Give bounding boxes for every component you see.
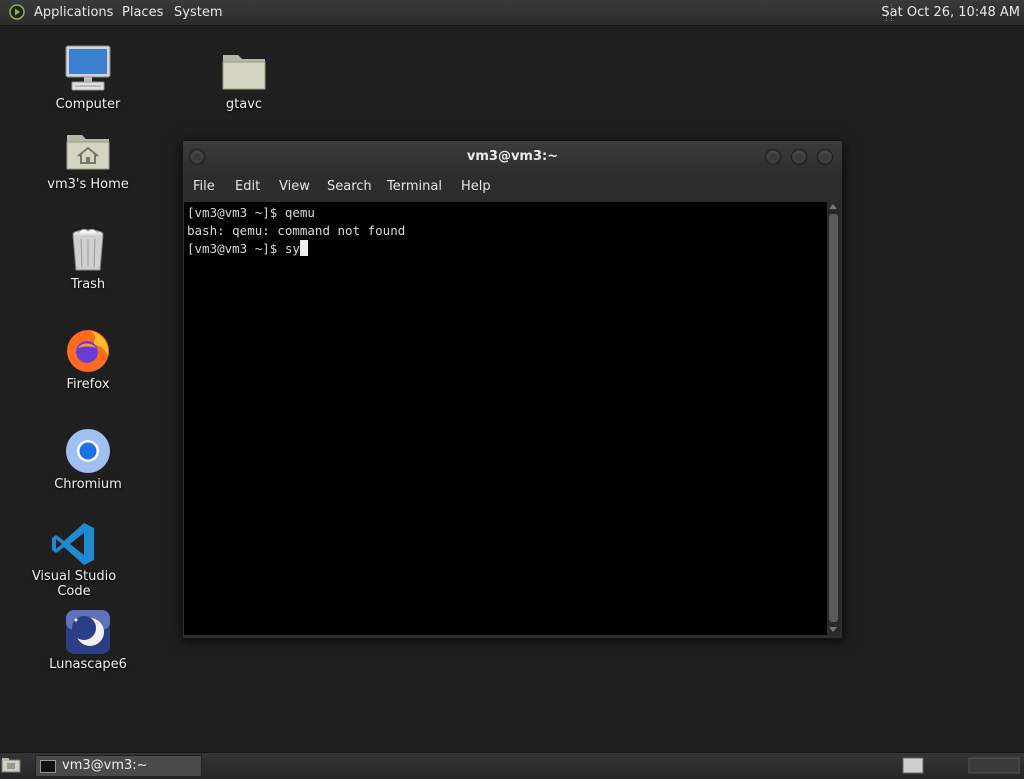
titlebar[interactable]: vm3@vm3:~ (183, 141, 842, 173)
close-button[interactable] (817, 149, 833, 165)
minimize-button[interactable] (765, 149, 781, 165)
menu-search[interactable]: Search (327, 173, 372, 201)
desktop-icon-lunascape[interactable]: Lunascape6 (28, 608, 148, 678)
workspace-1-icon[interactable] (902, 757, 924, 774)
terminal-line: bash: qemu: command not found (187, 223, 406, 238)
desktop-icon-gtavc[interactable]: gtavc (184, 44, 304, 120)
desktop-icon-label: Visual Studio Code (31, 569, 117, 599)
menu-applications[interactable]: Applications (34, 0, 113, 25)
desktop-icon-label: Firefox (66, 377, 110, 392)
menu-view[interactable]: View (279, 173, 310, 201)
desktop-icon-label: Lunascape6 (49, 657, 127, 672)
terminal-prompt-line: [vm3@vm3 ~]$ sy (187, 240, 827, 258)
menu-file[interactable]: File (193, 173, 215, 201)
terminal-scrollbar[interactable] (827, 202, 840, 635)
menu-system[interactable]: System (174, 0, 222, 25)
text-cursor (299, 240, 308, 256)
desktop-icon-firefox[interactable]: Firefox (28, 326, 148, 400)
desktop-icon-computer[interactable]: Computer (28, 44, 148, 120)
menu-help[interactable]: Help (461, 173, 491, 201)
desktop-icon-label: vm3's Home (47, 177, 129, 192)
menu-edit[interactable]: Edit (235, 173, 260, 201)
desktop-icon-trash[interactable]: Trash (28, 226, 148, 300)
scroll-up-arrow-icon[interactable] (829, 204, 837, 209)
applications-menu-icon[interactable] (9, 4, 25, 20)
workspace-switcher-icon[interactable] (968, 757, 1020, 774)
maximize-button[interactable] (791, 149, 807, 165)
vscode-icon (52, 523, 94, 565)
show-desktop-icon[interactable] (1, 757, 21, 774)
desktop-icon-label: gtavc (225, 97, 263, 112)
terminal-line: [vm3@vm3 ~]$ qemu (187, 205, 315, 220)
taskbar-button-label: vm3@vm3:~ (62, 758, 148, 773)
desktop-icon-vscode[interactable]: Visual Studio Code (14, 520, 134, 599)
taskbar-button-terminal[interactable]: vm3@vm3:~ (35, 755, 202, 777)
desktop-icon-label: Chromium (54, 477, 122, 492)
terminal-menubar: File Edit View Search Terminal Help (183, 173, 842, 201)
bottom-panel: vm3@vm3:~ (0, 752, 1024, 779)
folder-icon (222, 55, 266, 90)
clock[interactable]: Sat Oct 26, 10:48 AM (881, 0, 1020, 25)
home-folder-icon (66, 135, 110, 170)
desktop-icon-chromium[interactable]: Chromium (28, 426, 148, 500)
terminal-input-text: [vm3@vm3 ~]$ sy (187, 241, 300, 256)
terminal-icon (40, 760, 56, 773)
firefox-icon (67, 330, 109, 372)
desktop-icon-home[interactable]: vm3's Home (28, 126, 148, 200)
menu-places[interactable]: Places (122, 0, 163, 25)
menu-terminal[interactable]: Terminal (387, 173, 442, 201)
desktop-icon-label: Computer (55, 97, 121, 112)
scrollbar-thumb[interactable] (829, 214, 838, 622)
window-title: vm3@vm3:~ (466, 149, 559, 164)
trash-icon (72, 228, 104, 271)
terminal-window[interactable]: vm3@vm3:~ File Edit View Search Terminal… (182, 140, 843, 639)
computer-icon (65, 45, 111, 91)
terminal-output[interactable]: [vm3@vm3 ~]$ qemu bash: qemu: command no… (184, 202, 827, 635)
chromium-icon (66, 429, 110, 473)
desktop-icon-label: Trash (70, 277, 106, 292)
lunascape-icon (66, 610, 110, 654)
top-panel: Applications Places System Sat Oct 26, 1… (0, 0, 1024, 26)
scroll-down-arrow-icon[interactable] (829, 627, 837, 632)
